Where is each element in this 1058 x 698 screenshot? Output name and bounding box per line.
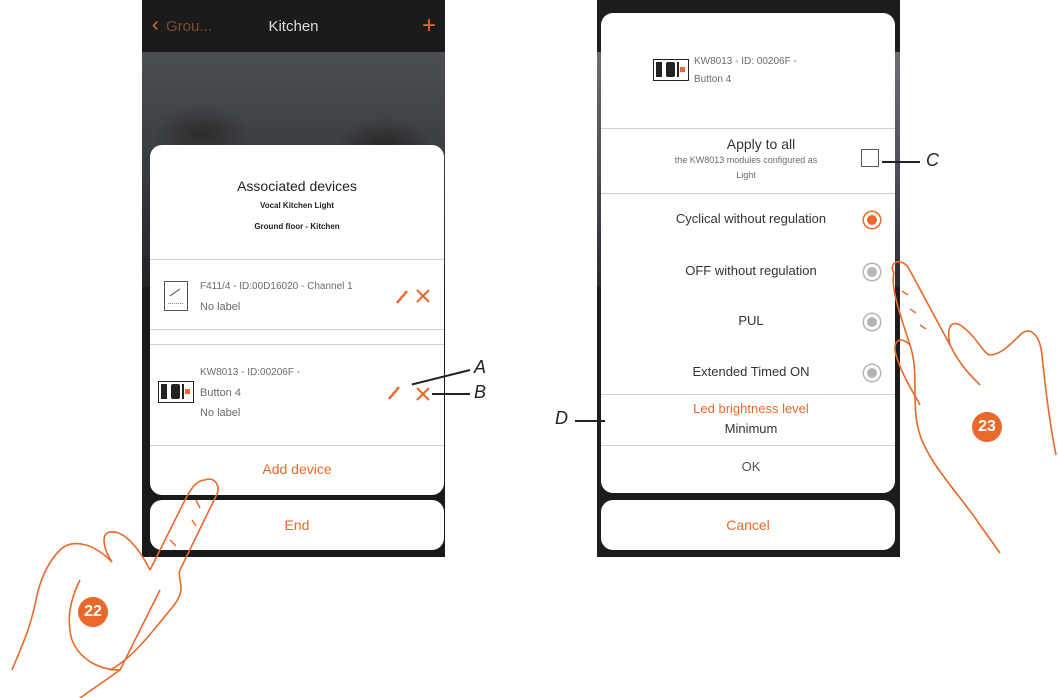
led-brightness-value: Minimum bbox=[724, 421, 778, 436]
dialog-subtitle-name: Vocal Kitchen Light bbox=[259, 201, 335, 210]
apply-to-all-title: Apply to all bbox=[726, 136, 796, 152]
divider bbox=[150, 329, 444, 330]
divider bbox=[150, 344, 444, 345]
dialog-subtitle-location: Ground floor - Kitchen bbox=[254, 222, 340, 231]
divider bbox=[601, 394, 895, 395]
page-title: Kitchen bbox=[268, 18, 319, 35]
step-badge-22: 22 bbox=[78, 597, 108, 627]
add-plus-icon[interactable]: + bbox=[422, 12, 436, 40]
callout-d-line bbox=[575, 420, 605, 422]
callout-a-letter: A bbox=[474, 357, 487, 377]
kw8013-module-icon bbox=[158, 381, 194, 403]
device-label: No label bbox=[200, 407, 241, 419]
option-label: PUL bbox=[738, 313, 764, 328]
delete-x-icon[interactable] bbox=[416, 387, 430, 401]
right-phone-screen: KW8013 - ID: 00206F - Button 4 Apply to … bbox=[597, 0, 900, 557]
device-label: No label bbox=[200, 301, 241, 313]
delete-x-icon[interactable] bbox=[416, 289, 430, 303]
edit-pencil-icon[interactable] bbox=[395, 289, 409, 305]
apply-to-all-description: the KW8013 modules configured as bbox=[674, 155, 818, 165]
cancel-button-label: Cancel bbox=[726, 517, 770, 533]
led-brightness-title: Led brightness level bbox=[693, 401, 809, 416]
pointing-hand-illustration bbox=[11, 478, 219, 698]
device-button-label: Button 4 bbox=[200, 387, 241, 399]
pointing-hand-illustration bbox=[891, 261, 1057, 554]
callout-b-line bbox=[432, 393, 470, 395]
edit-pencil-icon[interactable] bbox=[387, 385, 401, 401]
device-row[interactable]: F411/4 - ID:00D16020 - Channel 1 No labe… bbox=[150, 265, 444, 327]
option-label: Extended Timed ON bbox=[692, 364, 810, 379]
radio-selected[interactable] bbox=[864, 212, 880, 228]
led-brightness-setting[interactable]: Led brightness level Minimum bbox=[601, 399, 895, 445]
ok-button[interactable]: OK bbox=[601, 459, 900, 474]
device-row[interactable]: KW8013 - ID:00206F - Button 4 No label bbox=[150, 355, 444, 441]
radio-unselected[interactable] bbox=[864, 314, 880, 330]
device-name: KW8013 - ID: 00206F - bbox=[694, 56, 797, 67]
device-name: F411/4 - ID:00D16020 - Channel 1 bbox=[200, 281, 353, 292]
step-badge-23: 23 bbox=[972, 412, 1002, 442]
radio-unselected[interactable] bbox=[864, 365, 880, 381]
cancel-button[interactable]: Cancel bbox=[601, 500, 895, 550]
callout-c-line bbox=[882, 161, 920, 163]
divider bbox=[150, 259, 444, 260]
divider bbox=[601, 128, 895, 129]
divider bbox=[601, 445, 895, 446]
option-label: OFF without regulation bbox=[685, 263, 817, 278]
kw8013-module-icon bbox=[653, 59, 689, 81]
callout-b-letter: B bbox=[474, 382, 487, 402]
option-row[interactable]: PUL bbox=[601, 307, 895, 341]
left-topbar: ‹ Grou... Kitchen + bbox=[142, 0, 445, 52]
divider bbox=[601, 193, 895, 194]
switch-module-icon bbox=[164, 281, 188, 311]
option-label: Cyclical without regulation bbox=[675, 211, 827, 226]
associated-devices-dialog: Associated devices Vocal Kitchen Light G… bbox=[150, 145, 444, 495]
apply-to-all-checkbox[interactable] bbox=[861, 149, 879, 167]
option-row[interactable]: Extended Timed ON bbox=[601, 358, 895, 392]
divider bbox=[150, 445, 444, 446]
option-row[interactable]: Cyclical without regulation bbox=[601, 205, 895, 239]
callout-c-letter: C bbox=[926, 150, 939, 170]
device-button-label: Button 4 bbox=[694, 74, 732, 85]
radio-unselected[interactable] bbox=[864, 264, 880, 280]
apply-to-all-type: Light bbox=[736, 170, 756, 180]
callout-d-letter: D bbox=[555, 408, 568, 428]
device-name: KW8013 - ID:00206F - bbox=[200, 367, 301, 378]
option-row[interactable]: OFF without regulation bbox=[601, 257, 895, 291]
device-settings-dialog: KW8013 - ID: 00206F - Button 4 Apply to … bbox=[601, 13, 895, 493]
dialog-title: Associated devices bbox=[237, 178, 357, 194]
